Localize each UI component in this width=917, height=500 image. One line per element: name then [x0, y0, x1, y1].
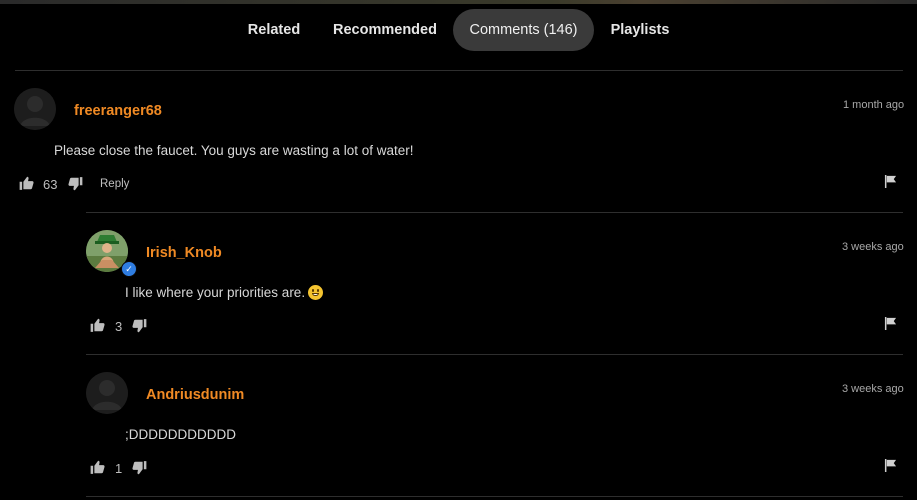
comment-divider: [86, 496, 903, 497]
comment-timestamp: 3 weeks ago: [842, 383, 904, 395]
comment-text: ;DDDDDDDDDDD: [125, 427, 236, 442]
comment-username[interactable]: Andriusdunim: [146, 387, 244, 403]
like-count: 1: [115, 461, 123, 476]
thumbs-down-icon[interactable]: [132, 461, 147, 475]
thumbs-up-icon[interactable]: [90, 460, 105, 474]
avatar[interactable]: [86, 372, 128, 414]
comment-reply: Andriusdunim 3 weeks ago ;DDDDDDDDDDD 1: [0, 0, 917, 496]
flag-icon[interactable]: [884, 459, 897, 472]
